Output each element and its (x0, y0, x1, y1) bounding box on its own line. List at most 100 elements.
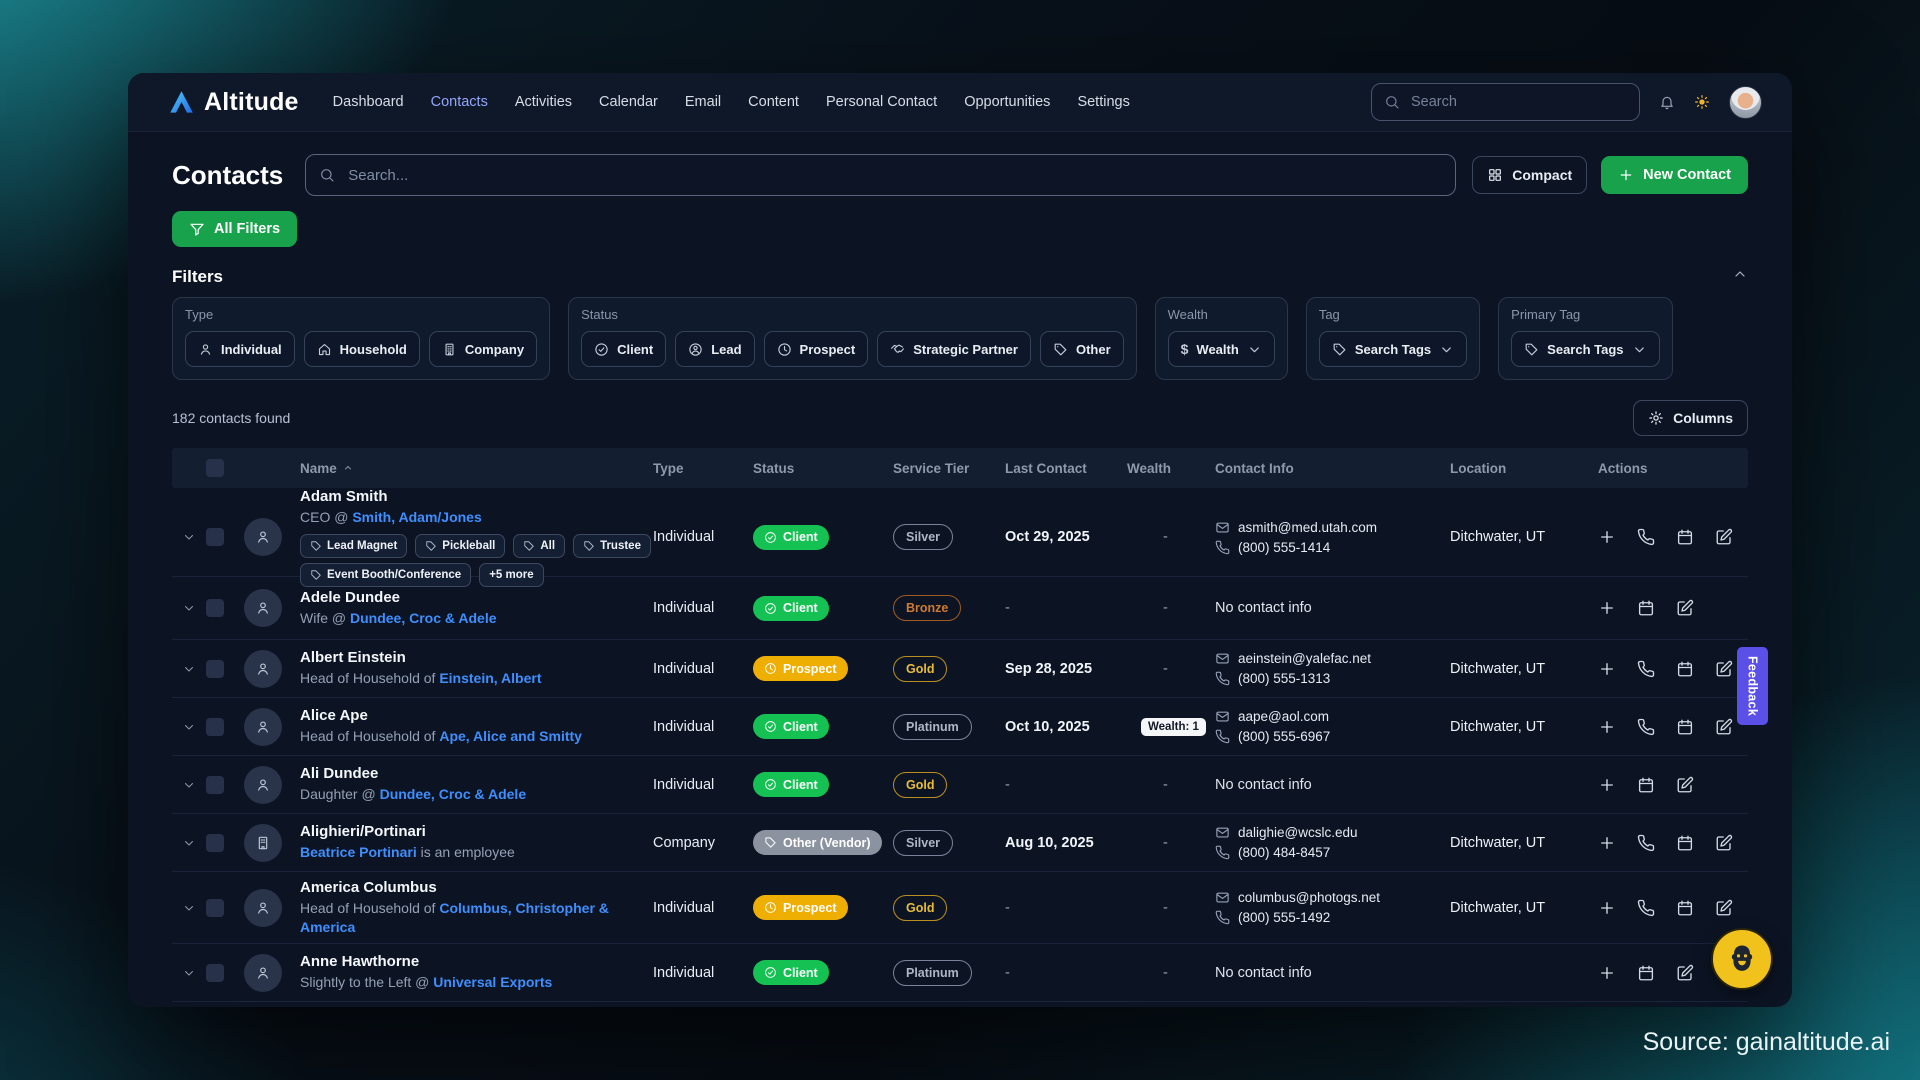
status-badge[interactable]: Client (753, 772, 829, 797)
household-link[interactable]: Ape, Alice and Smitty (439, 728, 582, 744)
row-expander[interactable] (172, 836, 206, 850)
edit-action-icon[interactable] (1676, 599, 1694, 617)
phone-line[interactable]: (800) 555-6967 (1215, 729, 1450, 744)
columns-button[interactable]: Columns (1633, 400, 1748, 436)
table-row[interactable]: Anne Hawthorne Slightly to the Left @ Un… (172, 944, 1748, 1002)
add-action-icon[interactable] (1598, 599, 1616, 617)
row-checkbox[interactable] (206, 528, 224, 546)
table-row[interactable]: Ali Dundee Daughter @ Dundee, Croc & Ade… (172, 756, 1748, 814)
column-header-name[interactable]: Name (300, 461, 653, 476)
phone-line[interactable]: (800) 555-1414 (1215, 540, 1450, 555)
nav-item-calendar[interactable]: Calendar (599, 94, 658, 110)
status-badge[interactable]: Client (753, 596, 829, 621)
column-header-wealth[interactable]: Wealth (1127, 461, 1215, 476)
filter-status-strategic-partner[interactable]: Strategic Partner (877, 331, 1031, 367)
filter-status-lead[interactable]: Lead (675, 331, 754, 367)
column-header-contact-info[interactable]: Contact Info (1215, 461, 1450, 476)
chat-widget-button[interactable] (1711, 928, 1773, 990)
nav-item-activities[interactable]: Activities (515, 94, 572, 110)
column-header-type[interactable]: Type (653, 461, 753, 476)
collapse-filters-button[interactable] (1732, 266, 1748, 287)
compact-view-button[interactable]: Compact (1472, 156, 1587, 194)
primary-tag-search-dropdown[interactable]: Search Tags (1511, 331, 1659, 367)
schedule-action-icon[interactable] (1676, 834, 1694, 852)
add-action-icon[interactable] (1598, 834, 1616, 852)
status-badge[interactable]: Prospect (753, 656, 848, 681)
column-header-status[interactable]: Status (753, 461, 893, 476)
edit-action-icon[interactable] (1715, 899, 1733, 917)
nav-item-email[interactable]: Email (685, 94, 721, 110)
edit-action-icon[interactable] (1715, 834, 1733, 852)
nav-item-opportunities[interactable]: Opportunities (964, 94, 1050, 110)
tag-chip[interactable]: Lead Magnet (300, 534, 407, 558)
add-action-icon[interactable] (1598, 718, 1616, 736)
tag-search-dropdown[interactable]: Search Tags (1319, 331, 1467, 367)
contact-name[interactable]: Adele Dundee (300, 589, 653, 606)
row-checkbox[interactable] (206, 964, 224, 982)
row-checkbox[interactable] (206, 776, 224, 794)
row-expander[interactable] (172, 601, 206, 615)
contact-name[interactable]: Adam Smith (300, 488, 653, 505)
row-expander[interactable] (172, 966, 206, 980)
nav-item-settings[interactable]: Settings (1077, 94, 1129, 110)
nav-item-content[interactable]: Content (748, 94, 799, 110)
edit-action-icon[interactable] (1715, 718, 1733, 736)
status-badge[interactable]: Client (753, 714, 829, 739)
edit-action-icon[interactable] (1676, 776, 1694, 794)
email-line[interactable]: columbus@photogs.net (1215, 890, 1450, 905)
phone-line[interactable]: (800) 555-1492 (1215, 910, 1450, 925)
person-link[interactable]: Beatrice Portinari (300, 844, 417, 860)
phone-line[interactable]: (800) 555-1313 (1215, 671, 1450, 686)
filter-type-company[interactable]: Company (429, 331, 537, 367)
wealth-dropdown[interactable]: $ Wealth (1168, 331, 1275, 367)
schedule-action-icon[interactable] (1676, 899, 1694, 917)
nav-item-contacts[interactable]: Contacts (431, 94, 488, 110)
more-tags-chip[interactable]: +5 more (479, 563, 543, 587)
row-checkbox[interactable] (206, 660, 224, 678)
row-checkbox[interactable] (206, 834, 224, 852)
table-row[interactable]: Adam Smith CEO @ Smith, Adam/Jones Lead … (172, 488, 1748, 577)
new-contact-button[interactable]: New Contact (1601, 156, 1748, 194)
schedule-action-icon[interactable] (1637, 964, 1655, 982)
contact-name[interactable]: Albert Einstein (300, 649, 653, 666)
status-badge[interactable]: Other (Vendor) (753, 830, 882, 855)
email-line[interactable]: aeinstein@yalefac.net (1215, 651, 1450, 666)
schedule-action-icon[interactable] (1676, 660, 1694, 678)
nav-item-personal-contact[interactable]: Personal Contact (826, 94, 937, 110)
row-expander[interactable] (172, 530, 206, 544)
filter-status-other[interactable]: Other (1040, 331, 1124, 367)
row-checkbox[interactable] (206, 718, 224, 736)
table-row[interactable]: Alice Ape Head of Household of Ape, Alic… (172, 698, 1748, 756)
add-action-icon[interactable] (1598, 776, 1616, 794)
tag-chip[interactable]: Pickleball (415, 534, 505, 558)
status-badge[interactable]: Client (753, 960, 829, 985)
theme-toggle-button[interactable] (1694, 94, 1710, 110)
schedule-action-icon[interactable] (1676, 718, 1694, 736)
tag-chip[interactable]: Event Booth/Conference (300, 563, 471, 587)
row-checkbox[interactable] (206, 899, 224, 917)
schedule-action-icon[interactable] (1637, 599, 1655, 617)
schedule-action-icon[interactable] (1637, 776, 1655, 794)
household-link[interactable]: Dundee, Croc & Adele (350, 610, 497, 626)
email-line[interactable]: asmith@med.utah.com (1215, 520, 1450, 535)
feedback-button[interactable]: Feedback (1737, 647, 1768, 725)
email-line[interactable]: dalighie@wcslc.edu (1215, 825, 1450, 840)
user-avatar[interactable] (1729, 86, 1762, 119)
status-badge[interactable]: Prospect (753, 895, 848, 920)
contact-name[interactable]: Alighieri/Portinari (300, 823, 653, 840)
call-action-icon[interactable] (1637, 834, 1655, 852)
select-all-checkbox[interactable] (206, 459, 224, 477)
phone-line[interactable]: (800) 484-8457 (1215, 845, 1450, 860)
add-action-icon[interactable] (1598, 660, 1616, 678)
table-row[interactable]: America Columbus Head of Household of Co… (172, 872, 1748, 944)
filter-type-household[interactable]: Household (304, 331, 420, 367)
contact-name[interactable]: Anne Hawthorne (300, 953, 653, 970)
contact-name[interactable]: Ali Dundee (300, 765, 653, 782)
row-expander[interactable] (172, 720, 206, 734)
call-action-icon[interactable] (1637, 660, 1655, 678)
household-link[interactable]: Einstein, Albert (439, 670, 541, 686)
row-expander[interactable] (172, 901, 206, 915)
household-link[interactable]: Universal Exports (433, 974, 552, 990)
row-expander[interactable] (172, 778, 206, 792)
brand-logo[interactable]: Altitude (168, 88, 299, 117)
